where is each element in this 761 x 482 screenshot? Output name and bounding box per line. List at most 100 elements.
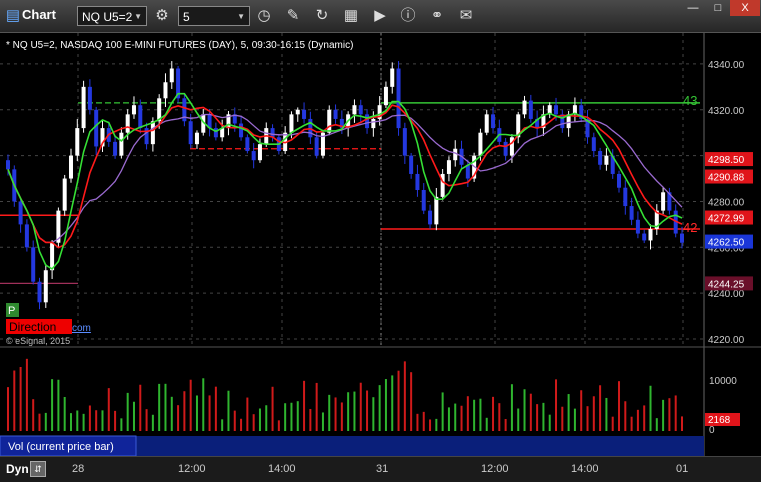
clock-icon[interactable]: ◷ xyxy=(254,6,274,26)
volume-bar xyxy=(347,392,350,431)
volume-bar xyxy=(397,370,400,431)
candle-body xyxy=(421,190,426,211)
volume-bar xyxy=(309,408,312,431)
chevron-down-icon[interactable]: ▼ xyxy=(237,7,245,27)
volume-bar xyxy=(422,411,425,431)
candle-body xyxy=(383,86,388,106)
candle-body xyxy=(37,281,42,303)
volume-bar xyxy=(170,396,173,431)
volume-bar xyxy=(177,405,180,431)
volume-bar xyxy=(441,392,444,431)
volume-bar xyxy=(151,414,154,431)
candle-body xyxy=(623,187,628,207)
maximize-button[interactable]: □ xyxy=(705,0,731,16)
volume-bar xyxy=(643,405,646,431)
volume-bar xyxy=(353,391,356,431)
time-axis-bar: Dyn ⇵ 28 12:00 14:00 31 12:00 14:00 01 xyxy=(0,456,761,482)
volume-bar xyxy=(227,390,230,431)
volume-bar xyxy=(296,401,299,431)
candle-body xyxy=(446,160,451,174)
volume-bar xyxy=(214,386,217,431)
volume-bar xyxy=(271,386,274,431)
price-tick: 4280.00 xyxy=(708,197,745,208)
calculator-icon[interactable]: ▦ xyxy=(341,6,361,26)
volume-bar xyxy=(63,396,66,431)
play-icon[interactable]: ▶ xyxy=(370,6,390,26)
candle-body xyxy=(604,155,609,165)
candle-body xyxy=(409,155,414,174)
candle-body xyxy=(617,173,622,188)
candle-body xyxy=(113,141,118,156)
price-tag: 4290.88 xyxy=(708,173,745,184)
volume-bar xyxy=(485,417,488,431)
volume-bar xyxy=(372,397,375,431)
refresh-icon[interactable]: ↻ xyxy=(312,6,332,26)
direction-link[interactable]: com xyxy=(72,323,91,334)
volume-bar xyxy=(88,405,91,431)
close-button[interactable]: X xyxy=(730,0,760,16)
price-tick: 4340.00 xyxy=(708,60,745,71)
candle-body xyxy=(402,128,407,156)
time-tick: 01 xyxy=(676,463,689,475)
info-icon[interactable]: ⓘ xyxy=(398,6,418,26)
volume-bar xyxy=(321,412,324,431)
candle-body xyxy=(213,128,218,138)
volume-bar xyxy=(592,396,595,431)
volume-bar xyxy=(410,372,413,431)
candle-body xyxy=(125,114,130,133)
price-tag: 4244.25 xyxy=(708,279,745,290)
chat-icon[interactable]: ✉ xyxy=(456,6,476,26)
candle-body xyxy=(434,196,439,225)
candle-body xyxy=(503,141,508,156)
volume-bar xyxy=(504,419,507,431)
candle-body xyxy=(635,219,640,234)
volume-bar xyxy=(599,385,602,431)
candle-body xyxy=(18,201,23,225)
volume-bar xyxy=(605,397,608,431)
symbol-combo[interactable]: NQ U5=2 ▼ xyxy=(77,6,147,26)
chart-area[interactable]: 4340.004320.004300.004280.004260.004240.… xyxy=(0,33,761,456)
volume-bar xyxy=(328,394,331,431)
candle-body xyxy=(661,192,666,211)
volume-bar xyxy=(265,405,268,431)
price-tick: 4220.00 xyxy=(708,335,745,346)
candle-body xyxy=(327,109,332,133)
volume-bar xyxy=(429,419,432,431)
volume-bar xyxy=(183,391,186,431)
candle-body xyxy=(119,132,124,156)
volume-bar xyxy=(359,382,362,431)
settings-icon[interactable]: ⚙ xyxy=(152,6,172,26)
minimize-button[interactable]: — xyxy=(680,0,706,16)
chevron-down-icon[interactable]: ▼ xyxy=(134,7,142,27)
volume-bar xyxy=(447,407,450,431)
candle-body xyxy=(169,68,174,83)
volume-bar xyxy=(555,379,558,431)
volume-bar xyxy=(13,370,16,431)
dyn-toggle-icon[interactable]: ⇵ xyxy=(30,461,46,477)
volume-bar xyxy=(38,413,41,431)
interval-combo[interactable]: 5 ▼ xyxy=(178,6,250,26)
volume-bar xyxy=(284,403,287,431)
volume-label[interactable]: Vol (current price bar) xyxy=(8,441,114,453)
red-level-label: 42 xyxy=(683,220,697,235)
volume-bar xyxy=(145,409,148,431)
volume-bar xyxy=(466,396,469,431)
candle-body xyxy=(289,114,294,133)
volume-bar xyxy=(460,405,463,431)
candle-body xyxy=(31,247,36,282)
volume-bar xyxy=(69,413,72,431)
direction-badge[interactable]: Direction xyxy=(9,320,56,334)
p-badge[interactable]: P xyxy=(8,305,15,317)
candle-body xyxy=(257,144,262,161)
candle-body xyxy=(642,233,647,241)
symbol-value: NQ U5=2 xyxy=(82,10,133,24)
link-icon[interactable]: ⚭ xyxy=(427,6,447,26)
volume-bar xyxy=(435,418,438,431)
volume-bar xyxy=(655,418,658,431)
volume-bar xyxy=(126,392,129,431)
volume-bar xyxy=(132,401,135,431)
candle-body xyxy=(629,206,634,220)
pencil-icon[interactable]: ✎ xyxy=(283,6,303,26)
candle-body xyxy=(87,86,92,110)
candle-body xyxy=(239,123,244,138)
